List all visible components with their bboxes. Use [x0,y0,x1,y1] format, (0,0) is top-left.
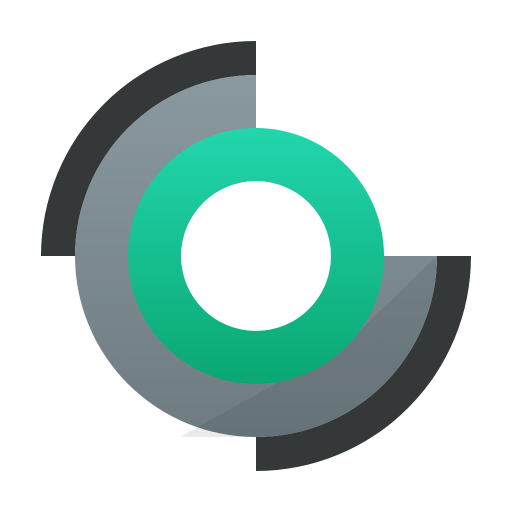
timeshift-style-restore-logo-icon [41,41,471,471]
app-icon-canvas [0,0,512,512]
center-hole [181,181,331,331]
